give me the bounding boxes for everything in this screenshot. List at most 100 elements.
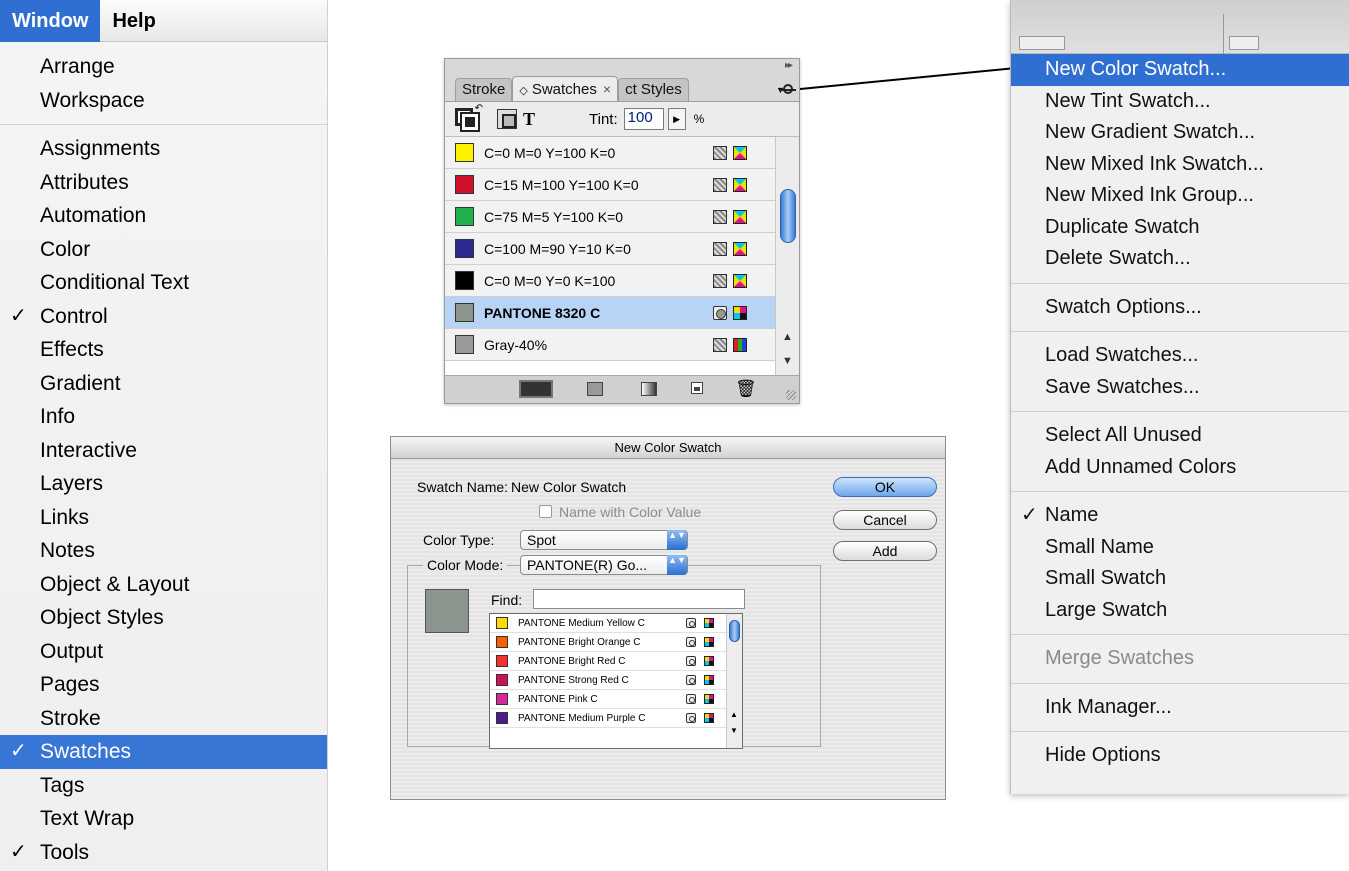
tint-slider-button[interactable]: ▶ xyxy=(667,108,686,130)
menu-item-small-swatch[interactable]: Small Swatch xyxy=(1011,563,1349,595)
pantone-row[interactable]: PANTONE Strong Red C xyxy=(490,671,726,690)
tab-object-styles[interactable]: ct Styles xyxy=(618,78,689,101)
add-button[interactable]: Add xyxy=(833,541,937,561)
scroll-up-icon[interactable]: ▲ xyxy=(730,710,738,719)
menu-item-swatches[interactable]: ✓ Swatches xyxy=(0,735,327,769)
menu-item-text-wrap[interactable]: Text Wrap xyxy=(0,802,327,836)
menu-item-tools[interactable]: ✓ Tools xyxy=(0,836,327,870)
swatch-row[interactable]: C=100 M=90 Y=10 K=0 xyxy=(445,233,775,265)
swatch-name: C=75 M=5 Y=100 K=0 xyxy=(484,208,624,225)
menu-item-stroke[interactable]: Stroke xyxy=(0,702,327,736)
menu-item-interactive[interactable]: Interactive xyxy=(0,434,327,468)
menu-item-name[interactable]: ✓ Name xyxy=(1011,500,1349,532)
menu-item-tags[interactable]: Tags xyxy=(0,769,327,803)
show-color-swatches-icon[interactable] xyxy=(587,382,603,396)
swatch-row[interactable]: C=15 M=100 Y=100 K=0 xyxy=(445,169,775,201)
menu-item-effects[interactable]: Effects xyxy=(0,333,327,367)
menu-item-new-mixed-ink-swatch[interactable]: New Mixed Ink Swatch... xyxy=(1011,149,1349,181)
scroll-thumb[interactable] xyxy=(729,620,740,642)
menu-item-label: Arrange xyxy=(40,55,115,78)
show-gradient-swatches-icon[interactable] xyxy=(641,382,657,396)
swatch-row[interactable]: Gray-40% xyxy=(445,329,775,361)
menu-item-save-swatches[interactable]: Save Swatches... xyxy=(1011,372,1349,404)
swatch-name-value[interactable]: New Color Swatch xyxy=(511,479,626,495)
menu-item-workspace[interactable]: Workspace xyxy=(0,84,327,118)
show-all-swatches-icon[interactable] xyxy=(519,380,553,398)
swatch-chip xyxy=(455,239,474,258)
find-input[interactable] xyxy=(533,589,745,609)
fill-stroke-icon[interactable]: ↶ xyxy=(455,103,483,132)
swatch-row[interactable]: C=75 M=5 Y=100 K=0 xyxy=(445,201,775,233)
menu-item-select-all-unused[interactable]: Select All Unused xyxy=(1011,420,1349,452)
pantone-row[interactable]: PANTONE Medium Yellow C xyxy=(490,614,726,633)
menu-item-load-swatches[interactable]: Load Swatches... xyxy=(1011,340,1349,372)
menu-item-assignments[interactable]: Assignments xyxy=(0,132,327,166)
menu-item-object-and-layout[interactable]: Object & Layout xyxy=(0,568,327,602)
menu-item-label: Merge Swatches xyxy=(1045,647,1194,669)
pantone-row[interactable]: PANTONE Bright Orange C xyxy=(490,633,726,652)
menu-item-hide-options[interactable]: Hide Options xyxy=(1011,740,1349,772)
menubar-help[interactable]: Help xyxy=(100,0,167,42)
swatch-list-scrollbar[interactable]: ▲ ▼ xyxy=(775,137,799,375)
ok-button[interactable]: OK xyxy=(833,477,937,497)
swatch-row[interactable]: C=0 M=0 Y=0 K=100 xyxy=(445,265,775,297)
menu-item-label: Interactive xyxy=(40,438,137,462)
menu-item-notes[interactable]: Notes xyxy=(0,534,327,568)
menu-item-small-name[interactable]: Small Name xyxy=(1011,532,1349,564)
menu-item-info[interactable]: Info xyxy=(0,400,327,434)
resize-handle-icon[interactable] xyxy=(786,390,796,400)
swatch-chip xyxy=(496,636,508,648)
menu-item-duplicate-swatch[interactable]: Duplicate Swatch xyxy=(1011,212,1349,244)
color-type-select[interactable]: Spot ▲▼ xyxy=(520,530,688,550)
menu-item-add-unnamed-colors[interactable]: Add Unnamed Colors xyxy=(1011,452,1349,484)
menu-item-large-swatch[interactable]: Large Swatch xyxy=(1011,595,1349,627)
menu-item-pages[interactable]: Pages xyxy=(0,668,327,702)
scroll-down-icon[interactable]: ▼ xyxy=(782,355,793,367)
swatch-row[interactable]: C=0 M=0 Y=100 K=0 xyxy=(445,137,775,169)
pantone-row[interactable]: PANTONE Pink C xyxy=(490,690,726,709)
tab-swatches[interactable]: ◇ Swatches × xyxy=(512,76,619,101)
menu-item-delete-swatch[interactable]: Delete Swatch... xyxy=(1011,243,1349,275)
format-container-icon[interactable] xyxy=(497,109,517,129)
swatch-row[interactable]: PANTONE 8320 C xyxy=(445,297,775,329)
menu-item-conditional-text[interactable]: Conditional Text xyxy=(0,266,327,300)
tab-stroke[interactable]: Stroke xyxy=(455,78,513,101)
menu-item-new-color-swatch[interactable]: New Color Swatch... xyxy=(1011,54,1349,86)
new-swatch-icon[interactable] xyxy=(691,382,703,394)
menu-item-new-mixed-ink-group[interactable]: New Mixed Ink Group... xyxy=(1011,180,1349,212)
cancel-button[interactable]: Cancel xyxy=(833,510,937,530)
close-icon[interactable]: × xyxy=(603,81,611,97)
scroll-thumb[interactable] xyxy=(780,189,796,243)
menu-item-ink-manager[interactable]: Ink Manager... xyxy=(1011,692,1349,724)
name-with-color-value-checkbox[interactable] xyxy=(539,505,552,518)
menu-separator xyxy=(1011,634,1349,635)
pantone-list-scrollbar[interactable]: ▲ ▼ xyxy=(726,614,742,748)
scroll-down-icon[interactable]: ▼ xyxy=(730,726,738,735)
menu-item-new-tint-swatch[interactable]: New Tint Swatch... xyxy=(1011,86,1349,118)
menu-item-gradient[interactable]: Gradient xyxy=(0,367,327,401)
menu-item-attributes[interactable]: Attributes xyxy=(0,166,327,200)
menu-item-label: Tags xyxy=(40,773,85,797)
menu-item-links[interactable]: Links xyxy=(0,501,327,535)
menu-item-arrange[interactable]: Arrange xyxy=(0,50,327,84)
menu-item-control[interactable]: ✓ Control xyxy=(0,300,327,334)
spot-color-icon xyxy=(686,618,696,628)
pantone-row[interactable]: PANTONE Bright Red C xyxy=(490,652,726,671)
tint-input[interactable]: 100 xyxy=(623,108,664,130)
menu-item-automation[interactable]: Automation xyxy=(0,199,327,233)
panel-menu-button[interactable]: ▼ xyxy=(775,81,796,97)
menu-item-color[interactable]: Color xyxy=(0,233,327,267)
trash-icon[interactable]: 🗑 xyxy=(735,379,757,399)
menu-item-new-gradient-swatch[interactable]: New Gradient Swatch... xyxy=(1011,117,1349,149)
menu-item-swatch-options[interactable]: Swatch Options... xyxy=(1011,292,1349,324)
scroll-up-icon[interactable]: ▲ xyxy=(782,331,793,343)
format-text-icon[interactable]: T xyxy=(523,109,535,130)
menubar-window[interactable]: Window xyxy=(0,0,101,42)
collapse-icon[interactable]: ▸▸ xyxy=(785,60,793,71)
menu-item-output[interactable]: Output xyxy=(0,635,327,669)
menu-item-label: Output xyxy=(40,639,104,663)
color-mode-select[interactable]: PANTONE(R) Go... ▲▼ xyxy=(520,555,688,575)
pantone-row[interactable]: PANTONE Medium Purple C xyxy=(490,709,726,728)
menu-item-object-styles[interactable]: Object Styles xyxy=(0,601,327,635)
menu-item-layers[interactable]: Layers xyxy=(0,467,327,501)
